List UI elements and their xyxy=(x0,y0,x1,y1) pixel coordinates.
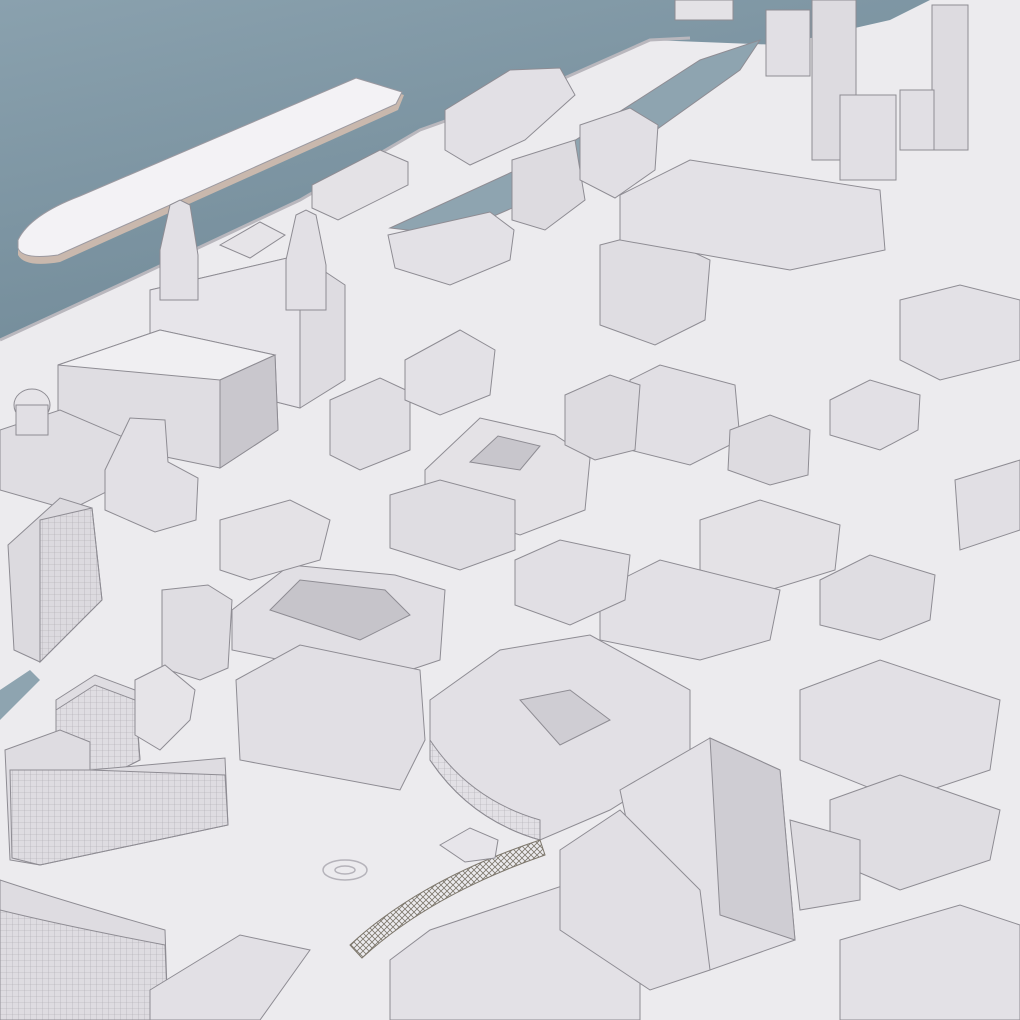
building-block xyxy=(899,89,935,151)
building-tower-top xyxy=(674,0,734,21)
city-render xyxy=(0,0,1020,1020)
building-block xyxy=(839,94,897,181)
building-tower xyxy=(931,4,969,151)
building-block xyxy=(765,9,811,77)
